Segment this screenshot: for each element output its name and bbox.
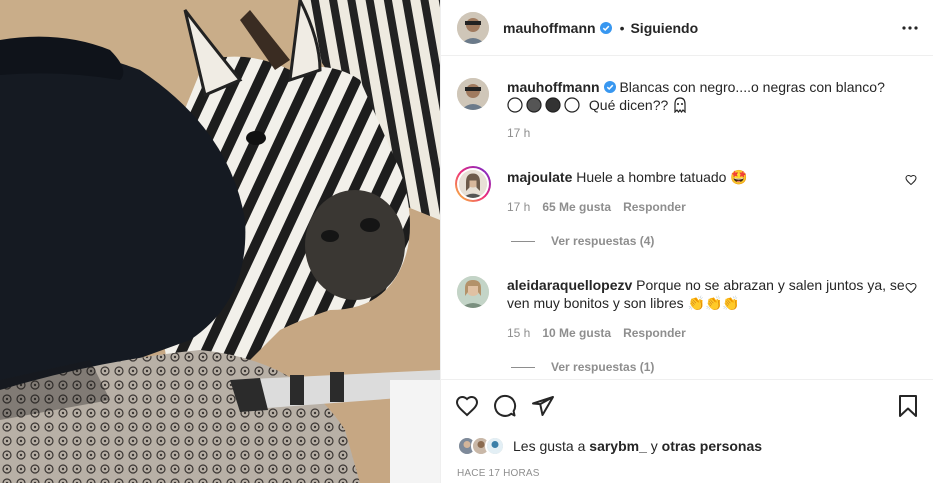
caption-time[interactable]: 17 h	[507, 126, 530, 140]
comment-meta: 17 h 65 Me gusta Responder	[507, 200, 917, 214]
likes-join: y	[650, 438, 658, 454]
caption-avatar[interactable]	[457, 78, 489, 110]
comment-body: majoulate Huele a hombre tatuado 🤩	[507, 168, 917, 186]
comment-username[interactable]: aleidaraquellopezv	[507, 277, 632, 293]
view-replies-label: Ver respuestas (4)	[551, 234, 655, 248]
comment-time[interactable]: 15 h	[507, 326, 530, 340]
like-heart-icon[interactable]	[455, 394, 479, 418]
liker-avatars[interactable]	[457, 436, 505, 456]
post-panel: mauhoffmann • Siguiendo mauhoffmann Blan…	[440, 0, 933, 483]
comment-like-heart-icon[interactable]	[905, 174, 917, 186]
reply-button[interactable]: Responder	[623, 200, 686, 214]
following-button[interactable]: Siguiendo	[630, 20, 698, 36]
commenter-avatar[interactable]	[459, 170, 487, 198]
caption-meta: 17 h	[507, 126, 917, 140]
liker-avatar	[485, 436, 505, 456]
caption-body: mauhoffmann Blancas con negro....o negra…	[507, 78, 917, 114]
view-replies-button[interactable]: Ver respuestas (4)	[511, 234, 917, 248]
avatar-image	[457, 78, 489, 110]
avatar-image	[457, 11, 489, 44]
comment-item: aleidaraquellopezv Porque no se abrazan …	[457, 276, 917, 374]
comment-time[interactable]: 17 h	[507, 200, 530, 214]
post-header: mauhoffmann • Siguiendo	[441, 0, 933, 56]
comment-bubble-icon[interactable]	[493, 394, 517, 418]
view-replies-button[interactable]: Ver respuestas (1)	[511, 360, 917, 374]
comment-like-heart-icon[interactable]	[905, 282, 917, 294]
comment-likes[interactable]: 10 Me gusta	[542, 326, 611, 340]
likes-prefix: Les gusta a	[513, 438, 586, 454]
comment-emoji: 👏👏👏	[687, 295, 740, 311]
reply-button[interactable]: Responder	[623, 326, 686, 340]
separator-dot: •	[619, 19, 625, 36]
view-replies-label: Ver respuestas (1)	[551, 360, 655, 374]
comments-section: mauhoffmann Blancas con negro....o negra…	[441, 56, 933, 378]
zebra-photo	[0, 0, 440, 483]
author-avatar[interactable]	[457, 11, 489, 44]
share-paper-plane-icon[interactable]	[531, 394, 555, 418]
comment-username[interactable]: majoulate	[507, 169, 572, 185]
circle-emojis-icon	[507, 97, 580, 113]
commenter-avatar[interactable]	[457, 276, 489, 308]
comment-item: majoulate Huele a hombre tatuado 🤩 17 h …	[455, 166, 917, 248]
verified-badge-icon	[599, 21, 612, 34]
post-actions: Les gusta a sarybm_ y otras personas Hac…	[441, 379, 933, 483]
bookmark-icon[interactable]	[896, 394, 920, 418]
story-ring[interactable]	[455, 166, 491, 202]
post-timestamp[interactable]: Hace 17 horas	[457, 468, 540, 479]
liked-by-others[interactable]: otras personas	[662, 438, 762, 454]
comment-emoji: 🤩	[730, 169, 748, 185]
liked-by-user[interactable]: sarybm_	[589, 438, 647, 454]
caption-text-2: Qué dicen??	[588, 97, 669, 113]
comment-text: Huele a hombre tatuado	[576, 169, 727, 185]
verified-badge-icon	[603, 81, 616, 93]
comment-likes[interactable]: 65 Me gusta	[542, 200, 611, 214]
avatar-image	[459, 170, 487, 198]
comment-body: aleidaraquellopezv Porque no se abrazan …	[507, 276, 917, 312]
more-options-icon[interactable]	[900, 16, 920, 40]
caption-username[interactable]: mauhoffmann	[507, 79, 600, 95]
comment-meta: 15 h 10 Me gusta Responder	[507, 326, 917, 340]
caption-text: Blancas con negro....o negras con blanco…	[619, 79, 885, 95]
author-username[interactable]: mauhoffmann	[503, 20, 596, 36]
post-image[interactable]	[0, 0, 440, 483]
ghost-emoji-icon	[674, 97, 686, 114]
avatar-image	[457, 276, 489, 308]
likes-summary: Les gusta a sarybm_ y otras personas	[457, 436, 762, 456]
caption: mauhoffmann Blancas con negro....o negra…	[457, 78, 917, 140]
replies-divider	[511, 240, 535, 242]
replies-divider	[511, 366, 535, 368]
